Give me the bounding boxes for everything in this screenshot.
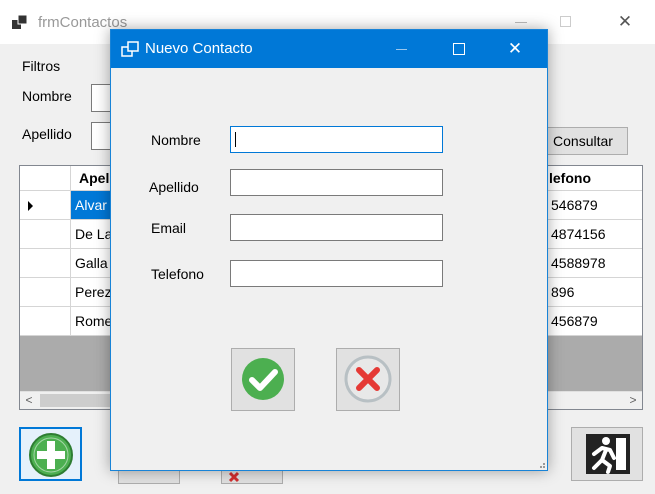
apellido-label: Apellido xyxy=(149,179,199,195)
green-check-icon xyxy=(242,358,284,400)
exit-running-man-icon xyxy=(586,434,630,474)
app-window-icon xyxy=(12,14,28,29)
green-plus-icon xyxy=(29,433,73,477)
column-header-telefono[interactable]: lefono xyxy=(547,166,642,191)
app-window-icon xyxy=(121,41,139,57)
table-cell-telefono[interactable]: 4874156 xyxy=(547,220,642,249)
dialog-title: Nuevo Contacto xyxy=(145,40,253,57)
nombre-input[interactable] xyxy=(230,126,443,153)
nombre-filter-label: Nombre xyxy=(22,88,72,104)
red-x-icon xyxy=(228,471,240,483)
new-contact-dialog: Nuevo Contacto ✕ Nombre Apellido Email T… xyxy=(110,29,548,471)
row-header[interactable] xyxy=(20,307,71,336)
edit-contact-button[interactable] xyxy=(118,470,180,484)
accept-button[interactable] xyxy=(231,348,295,411)
telefono-input[interactable] xyxy=(230,260,443,287)
row-header[interactable] xyxy=(20,191,71,220)
filters-label: Filtros xyxy=(22,58,61,74)
text-caret xyxy=(235,132,236,147)
row-header[interactable] xyxy=(20,220,71,249)
row-header[interactable] xyxy=(20,278,71,307)
resize-grip-icon[interactable] xyxy=(537,460,545,468)
apellido-filter-label: Apellido xyxy=(22,126,72,142)
dialog-minimize-button[interactable] xyxy=(396,49,407,50)
email-input[interactable] xyxy=(230,214,443,241)
scroll-right-arrow-icon[interactable]: > xyxy=(624,392,642,409)
telefono-label: Telefono xyxy=(151,266,204,282)
scroll-left-arrow-icon[interactable]: < xyxy=(20,392,38,409)
email-label: Email xyxy=(151,220,187,236)
cancel-button[interactable] xyxy=(336,348,400,411)
exit-button[interactable] xyxy=(571,427,643,481)
row-header[interactable] xyxy=(20,249,71,278)
dialog-close-button[interactable]: ✕ xyxy=(505,39,525,59)
minimize-button[interactable] xyxy=(515,22,527,23)
red-x-icon xyxy=(344,355,392,403)
apellido-input[interactable] xyxy=(230,169,443,196)
table-cell-telefono[interactable]: 456879 xyxy=(547,307,642,336)
current-row-arrow-icon xyxy=(28,201,33,211)
delete-contact-button[interactable] xyxy=(221,470,283,484)
consultar-button[interactable]: Consultar xyxy=(538,127,628,155)
dialog-titlebar[interactable]: Nuevo Contacto ✕ xyxy=(111,30,547,68)
table-cell-telefono[interactable]: 546879 xyxy=(547,191,642,220)
dialog-maximize-button[interactable] xyxy=(453,43,465,55)
add-contact-button[interactable] xyxy=(19,427,82,481)
grid-corner xyxy=(20,166,71,191)
table-cell-telefono[interactable]: 896 xyxy=(547,278,642,307)
table-cell-telefono[interactable]: 4588978 xyxy=(547,249,642,278)
close-button[interactable]: ✕ xyxy=(615,12,635,32)
nombre-label: Nombre xyxy=(151,132,201,148)
maximize-button[interactable] xyxy=(560,16,571,27)
